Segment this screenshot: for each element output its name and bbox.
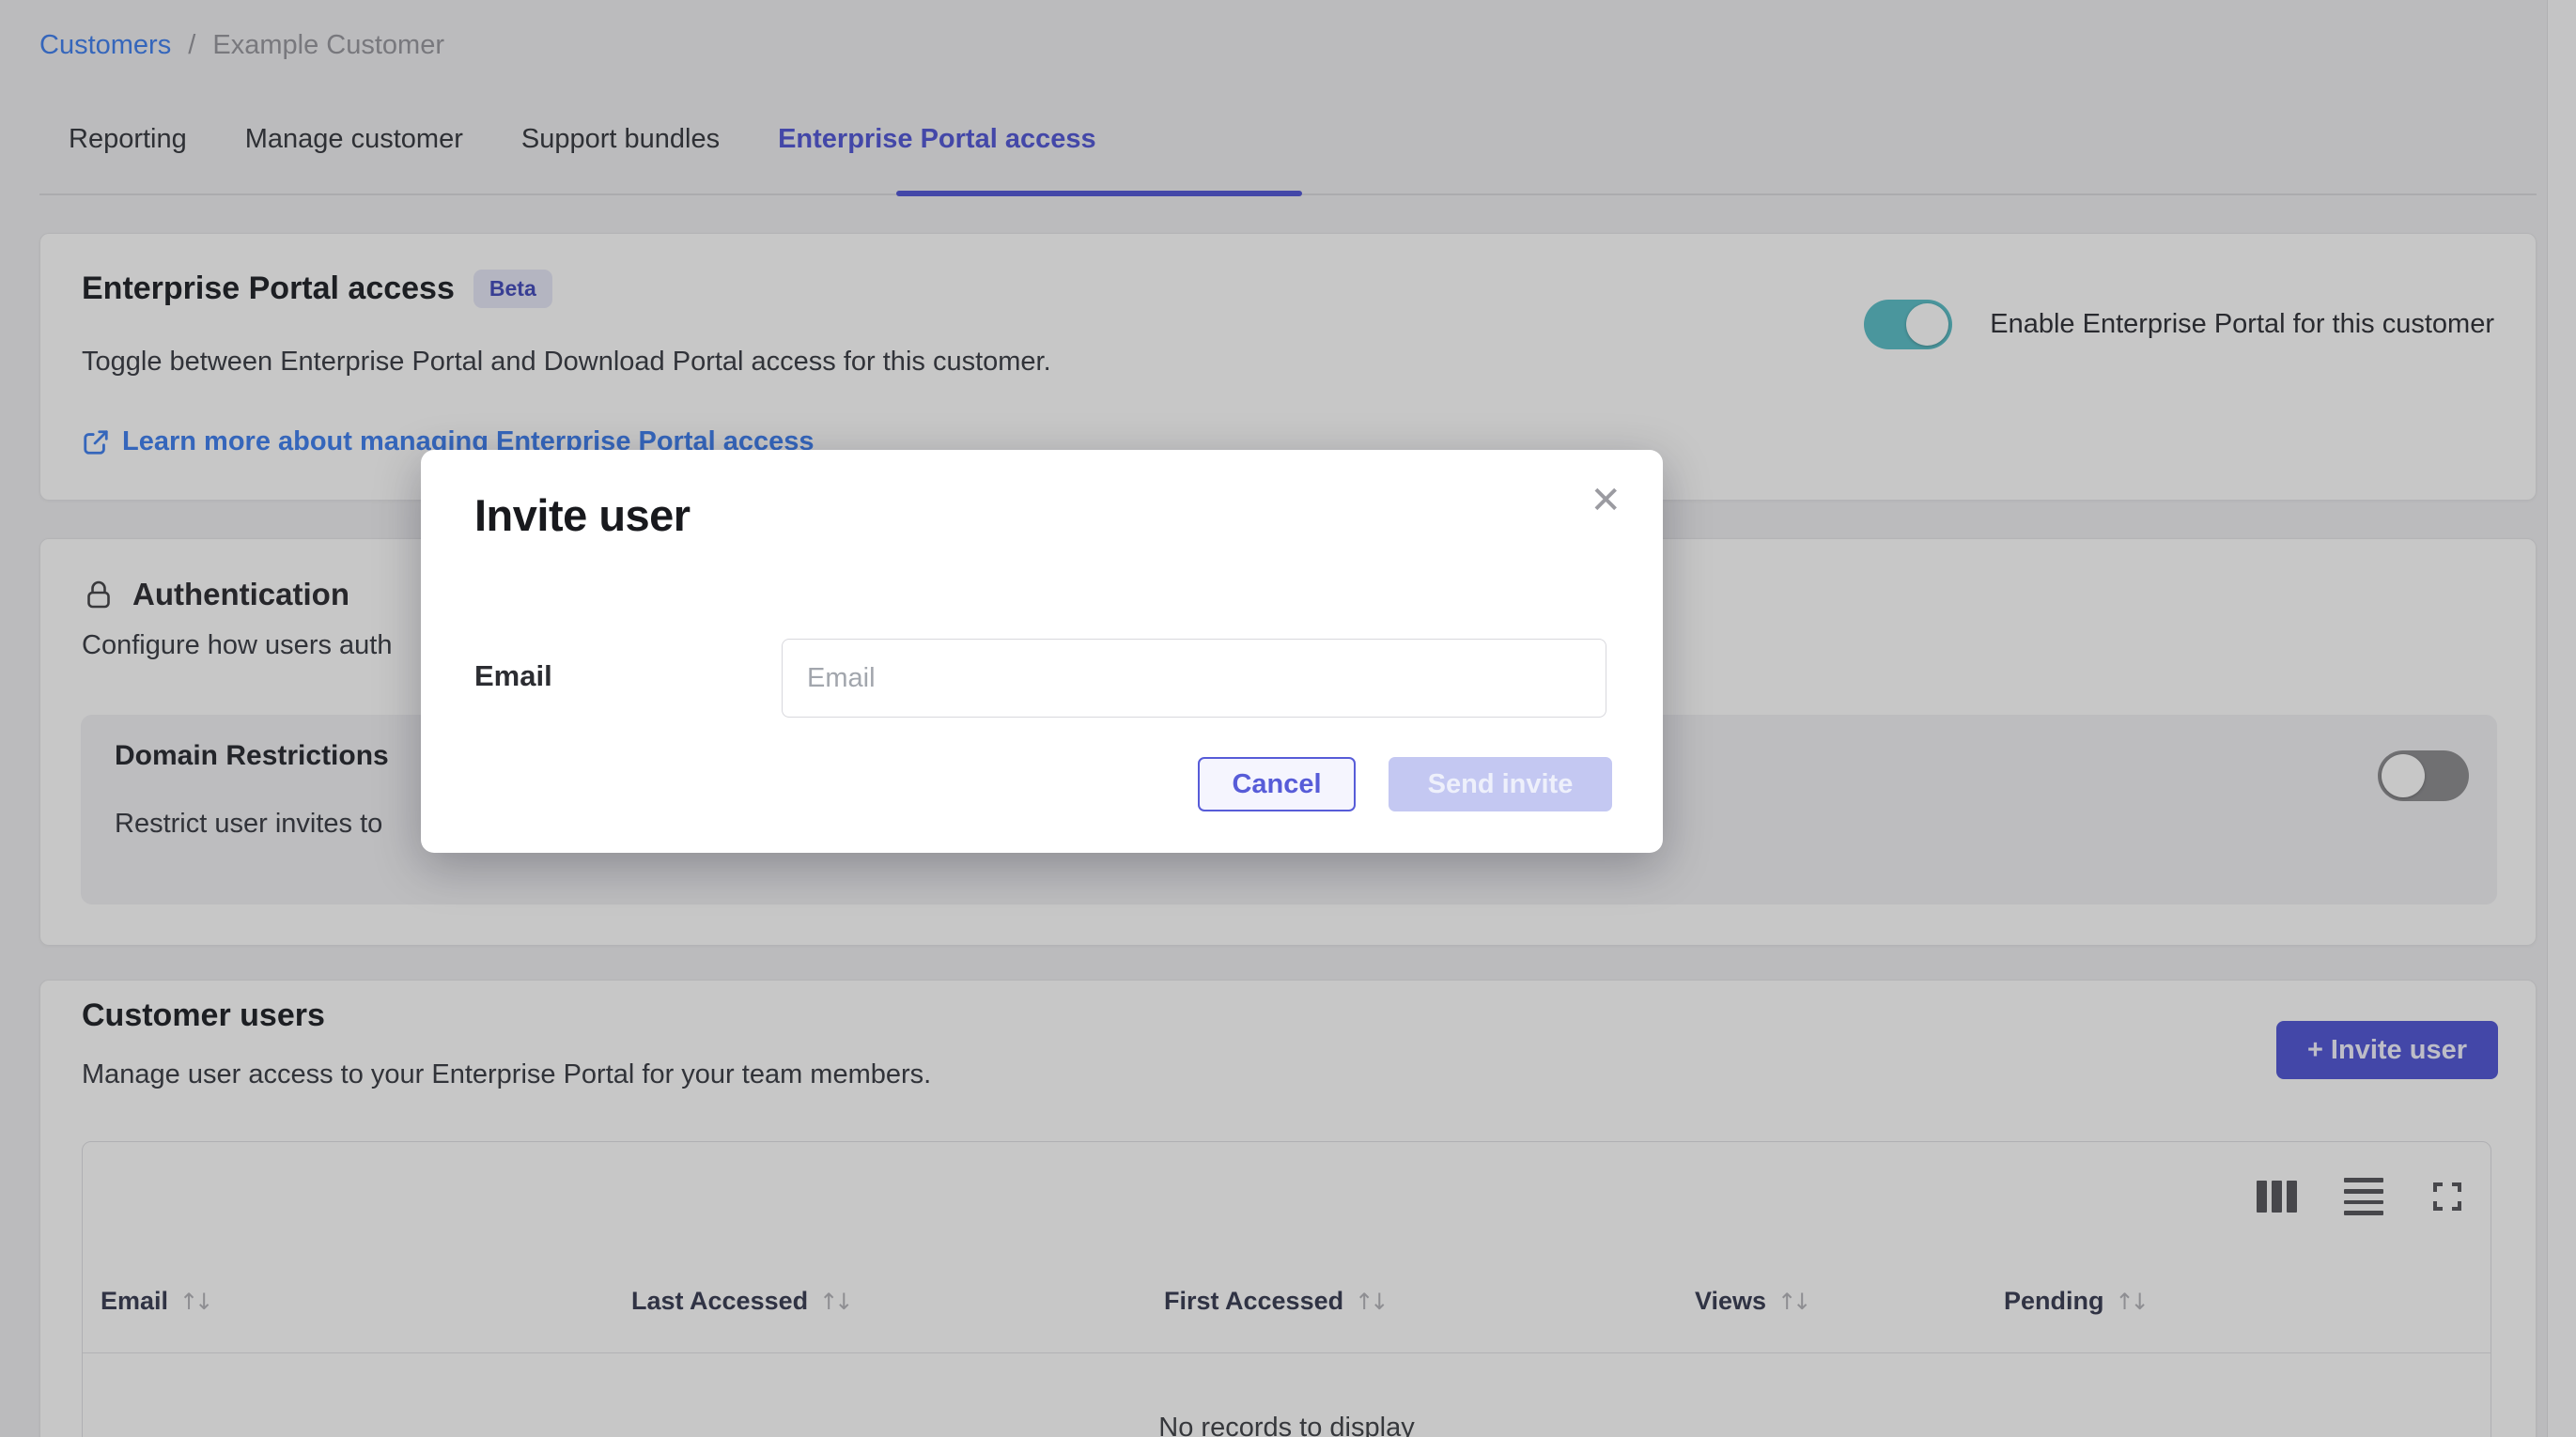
email-label: Email — [474, 659, 552, 693]
cancel-button[interactable]: Cancel — [1198, 757, 1356, 811]
email-field[interactable] — [782, 639, 1606, 718]
invite-user-modal: Invite user ✕ Email Cancel Send invite — [421, 450, 1663, 853]
send-invite-button[interactable]: Send invite — [1389, 757, 1612, 811]
enterprise-portal-page: Customers / Example Customer Reporting M… — [0, 0, 2576, 1437]
modal-title: Invite user — [474, 489, 691, 541]
close-icon[interactable]: ✕ — [1590, 482, 1622, 519]
